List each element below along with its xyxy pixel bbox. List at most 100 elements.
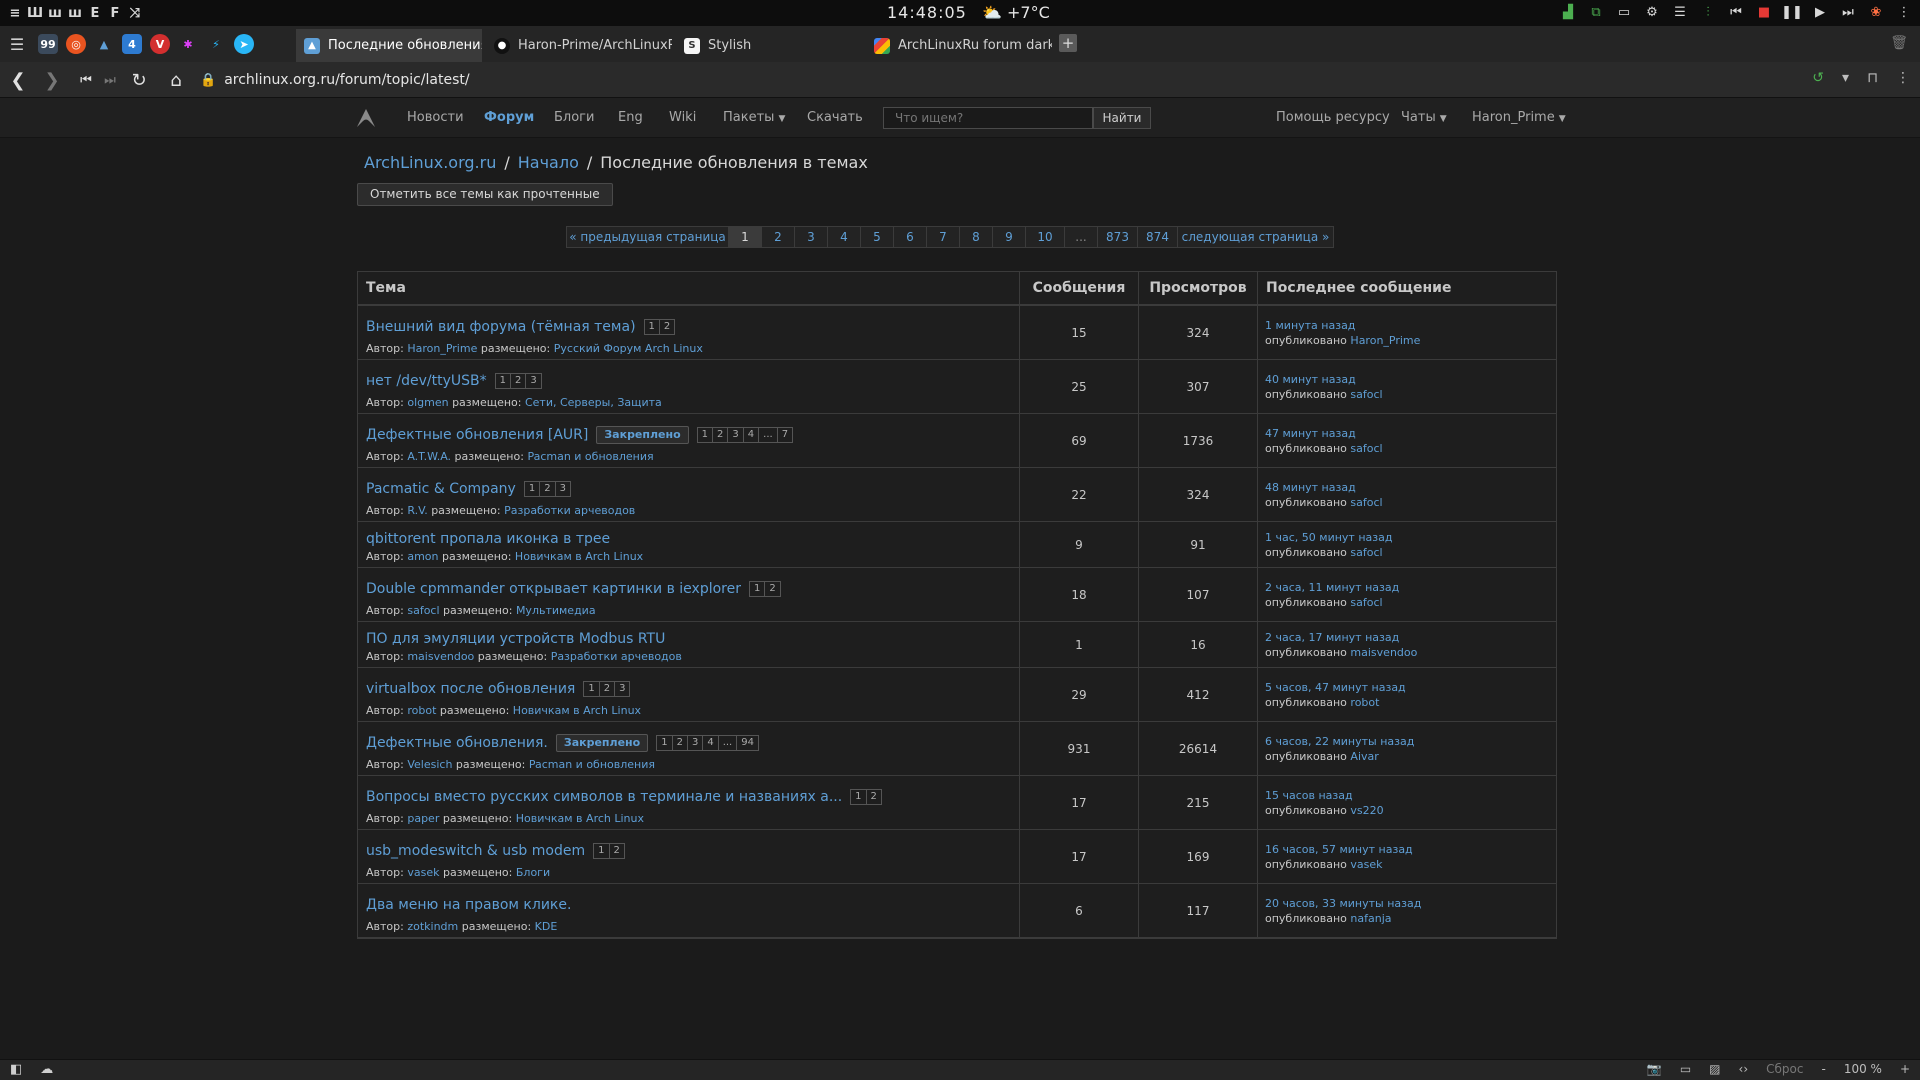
topic-page-link[interactable]: ... xyxy=(719,736,738,750)
author-link[interactable]: zotkindm xyxy=(407,920,458,933)
nav-user-menu[interactable]: Haron_Prime ▼ xyxy=(1472,98,1566,138)
last-post-user-link[interactable]: Aivar xyxy=(1350,750,1378,763)
forum-link[interactable]: Pacman и обновления xyxy=(529,758,655,771)
pause-icon[interactable]: ❚❚ xyxy=(1781,4,1803,20)
topic-page-link[interactable]: ... xyxy=(759,428,778,442)
cloud-icon[interactable]: ☁ xyxy=(40,1062,53,1077)
fast-forward-button[interactable]: ⏭ xyxy=(98,68,122,92)
forum-link[interactable]: Разработки арчеводов xyxy=(504,504,635,517)
topic-page-link[interactable]: 1 xyxy=(698,428,714,442)
float-icon[interactable]: F xyxy=(108,6,122,21)
last-post-time-link[interactable]: 16 часов, 57 минут назад xyxy=(1265,843,1413,856)
network-icon[interactable]: ⧉ xyxy=(1588,4,1604,20)
topic-title-link[interactable]: ПО для эмуляции устройств Modbus RTU xyxy=(366,631,665,647)
nav-blogs[interactable]: Блоги xyxy=(554,98,594,138)
nav-eng[interactable]: Eng xyxy=(618,98,643,138)
last-post-time-link[interactable]: 6 часов, 22 минуты назад xyxy=(1265,735,1414,748)
pager-page[interactable]: 10 xyxy=(1026,227,1065,247)
signal-icon[interactable]: ▟ xyxy=(1560,4,1576,20)
new-tab-button[interactable]: + xyxy=(1059,34,1077,52)
forum-link[interactable]: Сети, Серверы, Защита xyxy=(525,396,662,409)
topic-page-link[interactable]: 1 xyxy=(851,790,867,804)
zoom-reset-button[interactable]: Сброс xyxy=(1766,1062,1803,1076)
reload-button[interactable]: ↻ xyxy=(127,68,151,92)
topic-title-link[interactable]: Вопросы вместо русских символов в термин… xyxy=(366,789,842,805)
window-icon[interactable]: ▭ xyxy=(1680,1062,1691,1076)
display-icon[interactable]: ▭ xyxy=(1616,4,1632,20)
last-post-user-link[interactable]: safocl xyxy=(1350,388,1382,401)
topic-page-link[interactable]: 2 xyxy=(673,736,688,750)
topic-page-link[interactable]: 94 xyxy=(737,736,758,750)
last-post-user-link[interactable]: nafanja xyxy=(1350,912,1391,925)
four-icon[interactable]: 4 xyxy=(122,34,142,54)
author-link[interactable]: Haron_Prime xyxy=(407,342,477,355)
pager-next[interactable]: следующая страница » xyxy=(1178,227,1333,247)
home-button[interactable]: ⌂ xyxy=(164,68,188,92)
last-post-user-link[interactable]: safocl xyxy=(1350,596,1382,609)
more-icon[interactable]: ⋮ xyxy=(1896,4,1912,20)
search-button[interactable]: Найти xyxy=(1093,107,1151,129)
pager-page[interactable]: 4 xyxy=(828,227,861,247)
last-post-time-link[interactable]: 1 час, 50 минут назад xyxy=(1265,531,1392,544)
panel-toggle-icon[interactable]: ◧ xyxy=(10,1062,22,1077)
author-link[interactable]: A.T.W.A. xyxy=(407,450,451,463)
pager-prev[interactable]: « предыдущая страница xyxy=(567,227,729,247)
browser-menu-icon[interactable]: ☰ xyxy=(0,26,34,62)
topic-page-link[interactable]: 3 xyxy=(615,682,629,696)
float-icon[interactable]: ш xyxy=(68,6,82,21)
play-icon[interactable]: ▶ xyxy=(1812,4,1828,20)
topic-page-link[interactable]: 1 xyxy=(525,482,541,496)
topic-title-link[interactable]: Внешний вид форума (тёмная тема) xyxy=(366,319,636,335)
next-track-icon[interactable]: ⏭ xyxy=(1840,4,1856,20)
topic-page-link[interactable]: 2 xyxy=(610,844,624,858)
topic-title-link[interactable]: Два меню на правом клике. xyxy=(366,897,571,913)
forward-button[interactable]: ❯ xyxy=(40,68,64,92)
forum-link[interactable]: Новичкам в Arch Linux xyxy=(513,704,641,717)
last-post-user-link[interactable]: safocl xyxy=(1350,546,1382,559)
nav-chats[interactable]: Чаты ▼ xyxy=(1401,98,1447,138)
breadcrumb-site[interactable]: ArchLinux.org.ru xyxy=(364,153,496,172)
forum-link[interactable]: Новичкам в Arch Linux xyxy=(516,812,644,825)
last-post-user-link[interactable]: safocl xyxy=(1350,496,1382,509)
forum-link[interactable]: Новичкам в Arch Linux xyxy=(515,550,643,563)
topic-page-link[interactable]: 4 xyxy=(703,736,719,750)
topic-page-link[interactable]: 2 xyxy=(600,682,616,696)
topic-page-link[interactable]: 1 xyxy=(750,582,766,596)
camera-icon[interactable]: 📷 xyxy=(1647,1062,1662,1076)
zoom-out-button[interactable]: - xyxy=(1821,1062,1825,1076)
tab-latest-topics[interactable]: ▲ Последние обновления в т xyxy=(296,29,482,62)
topic-page-link[interactable]: 2 xyxy=(713,428,729,442)
topic-page-link[interactable]: 1 xyxy=(645,320,660,334)
last-post-time-link[interactable]: 1 минута назад xyxy=(1265,319,1355,332)
mixer-icon[interactable]: ⫶ xyxy=(1700,4,1716,20)
forum-link[interactable]: Мультимедиа xyxy=(516,604,596,617)
forum-link[interactable]: Разработки арчеводов xyxy=(551,650,682,663)
last-post-user-link[interactable]: safocl xyxy=(1350,442,1382,455)
tab-google-search[interactable]: ArchLinuxRu forum dark sty xyxy=(866,29,1052,62)
code-icon[interactable]: ‹› xyxy=(1739,1062,1749,1076)
pager-page[interactable]: 873 xyxy=(1098,227,1138,247)
nav-packages[interactable]: Пакеты ▼ xyxy=(723,98,785,138)
back-button[interactable]: ❮ xyxy=(6,68,30,92)
topic-title-link[interactable]: Double cpmmander открывает картинки в ie… xyxy=(366,581,741,597)
speed-dial-icon[interactable]: 99 xyxy=(38,34,58,54)
more-icon[interactable]: ⋮ xyxy=(1896,70,1910,86)
author-link[interactable]: safocl xyxy=(407,604,439,617)
last-post-time-link[interactable]: 5 часов, 47 минут назад xyxy=(1265,681,1406,694)
topic-page-link[interactable]: 3 xyxy=(556,482,570,496)
topic-page-link[interactable]: 3 xyxy=(728,428,744,442)
nav-forum[interactable]: Форум xyxy=(484,98,534,138)
url-field[interactable]: 🔒 archlinux.org.ru/forum/topic/latest/ xyxy=(200,67,1820,93)
forum-link[interactable]: KDE xyxy=(535,920,558,933)
last-post-time-link[interactable]: 48 минут назад xyxy=(1265,481,1356,494)
shuffle-icon[interactable]: ⤨ xyxy=(128,6,142,21)
zoom-in-button[interactable]: + xyxy=(1900,1062,1910,1076)
forum-link[interactable]: Русский Форум Arch Linux xyxy=(554,342,703,355)
nav-download[interactable]: Скачать xyxy=(807,98,863,138)
nav-news[interactable]: Новости xyxy=(407,98,464,138)
last-post-time-link[interactable]: 20 часов, 33 минуты назад xyxy=(1265,897,1421,910)
last-post-time-link[interactable]: 15 часов назад xyxy=(1265,789,1353,802)
pager-page[interactable]: 2 xyxy=(762,227,795,247)
topic-page-link[interactable]: 1 xyxy=(584,682,600,696)
author-link[interactable]: olgmen xyxy=(407,396,448,409)
